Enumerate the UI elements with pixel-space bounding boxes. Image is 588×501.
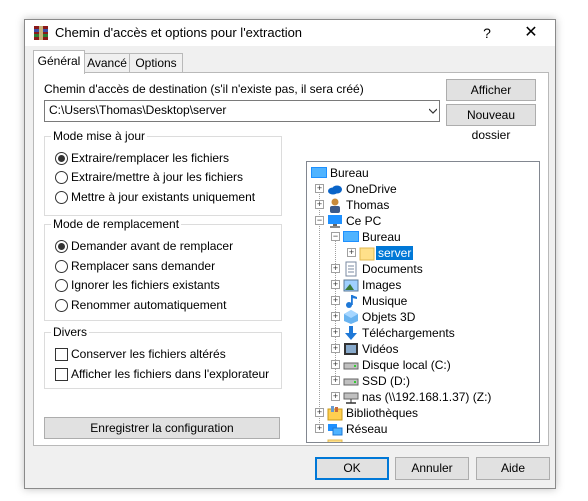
expand-toggle[interactable]: + (331, 376, 340, 385)
ok-button[interactable]: OK (315, 457, 389, 480)
show-button[interactable]: Afficher (446, 79, 536, 101)
expand-toggle[interactable]: + (331, 264, 340, 273)
expand-toggle[interactable]: + (315, 184, 324, 193)
extraction-dialog: Chemin d'accès et options pour l'extract… (24, 19, 556, 489)
radio[interactable] (55, 260, 68, 273)
cloud-icon (328, 185, 342, 195)
general-tab-panel: Chemin d'accès de destination (s'il n'ex… (33, 72, 549, 446)
computer-icon (328, 215, 342, 228)
checkbox[interactable] (55, 368, 68, 381)
radio[interactable] (55, 299, 68, 312)
misc-title: Divers (51, 325, 90, 339)
expand-toggle[interactable]: + (331, 312, 340, 321)
music-icon (346, 295, 357, 308)
cancel-button[interactable]: Annuler (395, 457, 469, 480)
desktop-icon (311, 167, 327, 178)
new-folder-button[interactable]: Nouveau dossier (446, 104, 536, 142)
video-icon (344, 343, 358, 355)
expand-toggle[interactable]: + (315, 424, 324, 433)
overwrite-mode-group: Mode de remplacement Demander avant de r… (44, 217, 282, 321)
update-mode-title: Mode mise à jour (51, 129, 148, 143)
documents-icon (345, 261, 357, 277)
network-drive-icon (343, 392, 359, 404)
help-button[interactable]: Aide (476, 457, 550, 480)
help-title-button[interactable]: ? (477, 23, 497, 43)
save-config-button[interactable]: Enregistrer la configuration (44, 417, 280, 439)
expand-toggle[interactable]: + (331, 328, 340, 337)
folder-icon (327, 439, 343, 442)
update-mode-group: Mode mise à jour Extraire/remplacer les … (44, 129, 282, 216)
collapse-toggle[interactable]: − (315, 216, 324, 225)
radio[interactable] (55, 191, 68, 204)
objects-3d-icon (344, 310, 358, 324)
tab-options[interactable]: Options (129, 53, 183, 73)
folder-tree[interactable]: Bureau + OneDrive + Thomas − Ce PC − Bur (306, 161, 540, 443)
radio[interactable] (55, 279, 68, 292)
folder-icon (359, 247, 375, 261)
winrar-icon (34, 26, 48, 40)
drive-icon (343, 378, 359, 386)
drive-icon (343, 362, 359, 370)
destination-path-input[interactable] (45, 101, 423, 119)
expand-toggle[interactable]: + (331, 344, 340, 353)
desktop-icon (343, 231, 359, 242)
libraries-icon (327, 406, 343, 421)
expand-toggle[interactable]: + (331, 296, 340, 305)
window-title: Chemin d'accès et options pour l'extract… (55, 25, 303, 40)
destination-label: Chemin d'accès de destination (s'il n'ex… (44, 82, 364, 96)
tab-general[interactable]: Général (33, 50, 85, 74)
overwrite-mode-title: Mode de remplacement (51, 217, 182, 231)
checkbox[interactable] (55, 348, 68, 361)
expand-toggle[interactable]: + (315, 408, 324, 417)
radio[interactable] (55, 171, 68, 184)
misc-group: Divers Conserver les fichiers altérés Af… (44, 325, 282, 389)
expand-toggle[interactable]: + (315, 200, 324, 209)
title-bar[interactable]: Chemin d'accès et options pour l'extract… (25, 20, 555, 46)
close-button[interactable]: ✕ (521, 23, 541, 43)
expand-toggle[interactable]: + (331, 280, 340, 289)
destination-path-combobox[interactable] (44, 100, 440, 122)
tab-advanced[interactable]: Avancé (83, 53, 131, 73)
images-icon (343, 279, 359, 292)
user-icon (330, 198, 340, 213)
network-icon (328, 424, 343, 436)
radio-selected[interactable] (55, 240, 68, 253)
download-icon (345, 326, 357, 340)
expand-toggle[interactable]: + (331, 392, 340, 401)
expand-toggle[interactable]: + (347, 248, 356, 257)
chevron-down-icon[interactable] (429, 107, 437, 115)
expand-toggle[interactable]: + (331, 360, 340, 369)
radio-selected[interactable] (55, 152, 68, 165)
collapse-toggle[interactable]: − (331, 232, 340, 241)
